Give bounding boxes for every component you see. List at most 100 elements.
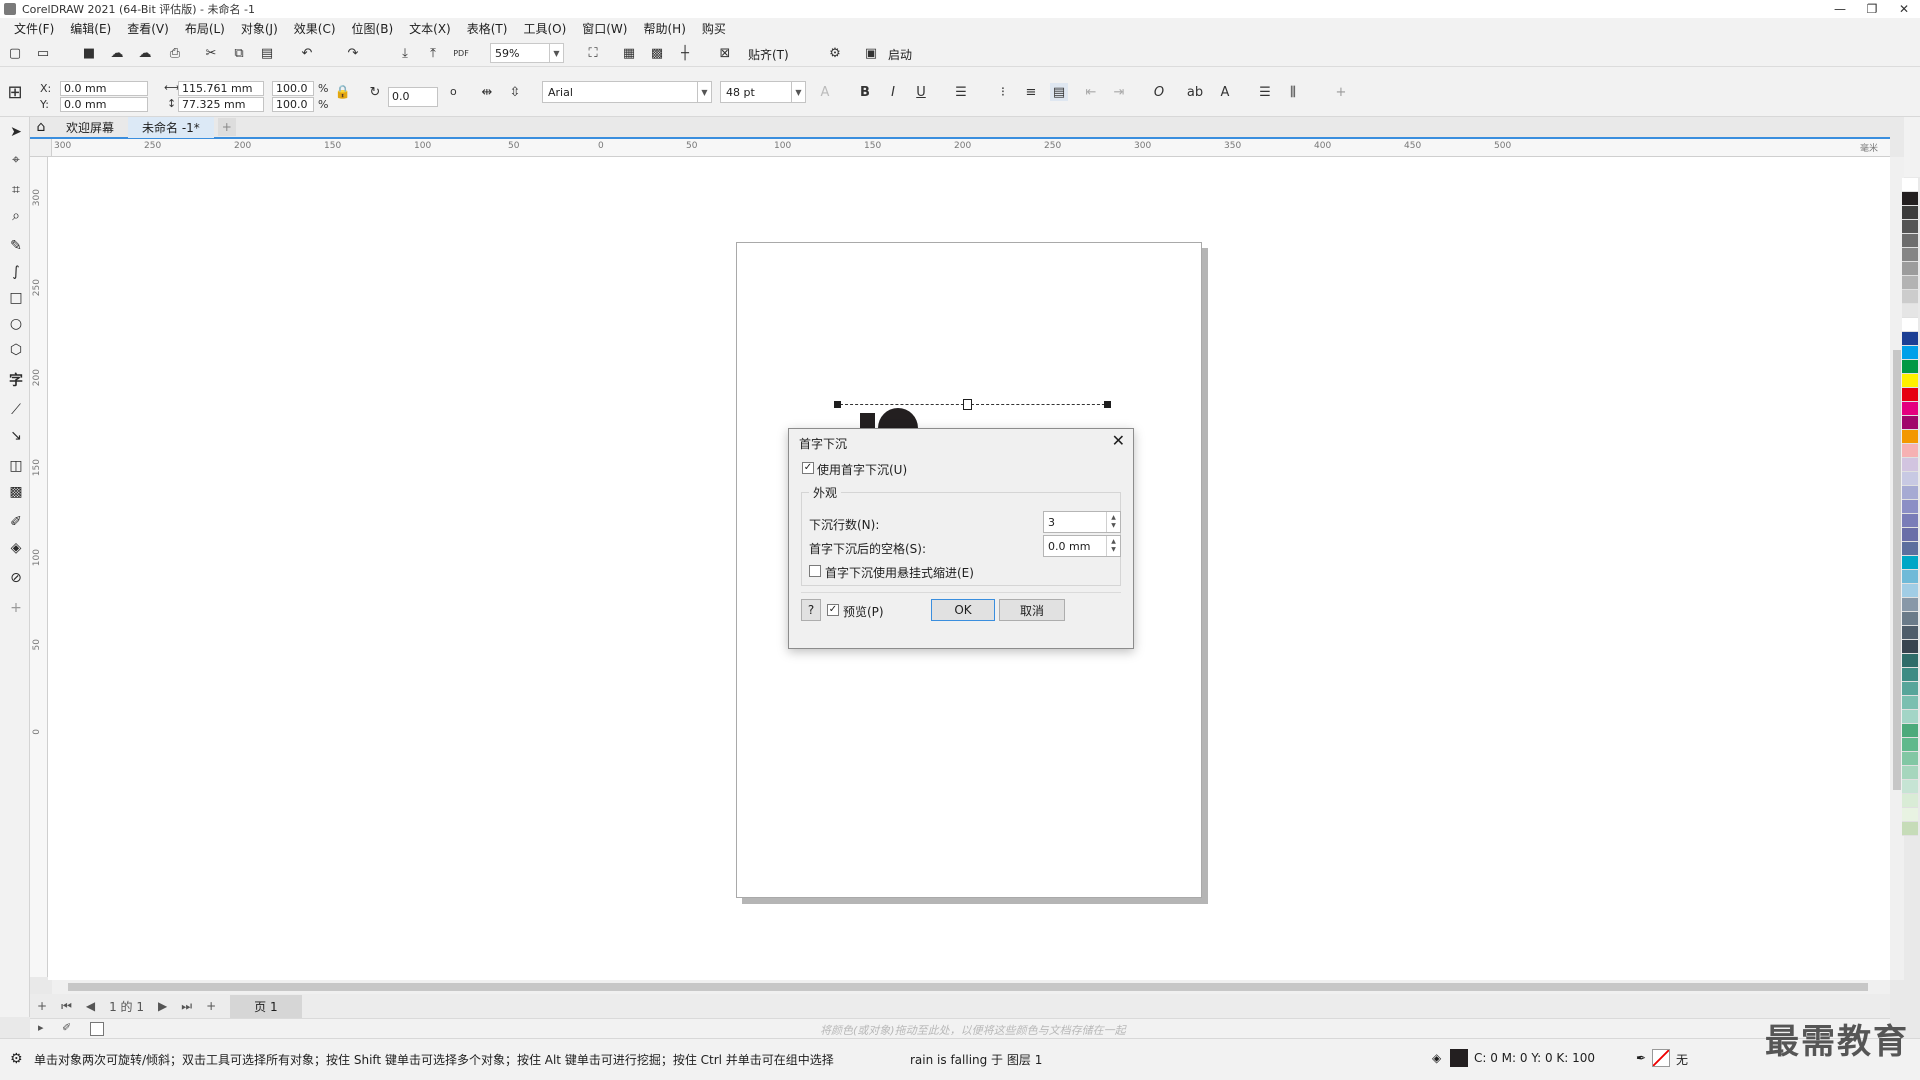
text-properties-icon[interactable]: A xyxy=(1216,83,1234,101)
last-page-icon[interactable]: ⏭ xyxy=(181,999,192,1014)
eyedropper-icon[interactable]: ✐ xyxy=(5,511,27,533)
interactive-fill-icon[interactable]: ◈ xyxy=(5,537,27,559)
color-swatch[interactable] xyxy=(1902,472,1918,486)
copy-icon[interactable]: ⧉ xyxy=(230,44,248,62)
color-swatch[interactable] xyxy=(1902,444,1918,458)
hanging-indent-label[interactable]: 首字下沉使用悬挂式缩进(E) xyxy=(825,564,974,581)
color-swatch[interactable] xyxy=(1902,346,1918,360)
cancel-button[interactable]: 取消 xyxy=(999,599,1065,621)
color-swatch[interactable] xyxy=(1902,486,1918,500)
bold-icon[interactable]: B xyxy=(856,83,874,101)
color-swatch[interactable] xyxy=(1902,682,1918,696)
menu-bitmaps[interactable]: 位图(B) xyxy=(344,20,402,37)
color-palette[interactable] xyxy=(1902,178,1918,1008)
menu-window[interactable]: 窗口(W) xyxy=(574,20,635,37)
add-page-after-icon[interactable]: + xyxy=(206,999,216,1013)
menu-edit[interactable]: 编辑(E) xyxy=(62,20,119,37)
menu-object[interactable]: 对象(J) xyxy=(233,20,286,37)
color-swatch[interactable] xyxy=(1902,318,1918,332)
horizontal-ruler[interactable]: 300 250 200 150 100 50 0 50 100 150 200 … xyxy=(52,139,1890,157)
options-gear-icon[interactable]: ⚙ xyxy=(826,44,844,62)
font-size-up-icon[interactable]: A xyxy=(816,83,834,101)
mirror-horizontal-icon[interactable]: ⇹ xyxy=(478,83,496,101)
dropped-lines-stepper[interactable]: 3 ▲ ▼ xyxy=(1043,511,1121,533)
scroll-thumb[interactable] xyxy=(1893,350,1901,790)
new-tab-icon[interactable]: + xyxy=(217,118,236,136)
publish-pdf-icon[interactable]: PDF xyxy=(452,44,470,62)
scroll-thumb[interactable] xyxy=(68,983,1868,991)
artistic-media-icon[interactable]: ∫ xyxy=(5,261,27,283)
home-icon[interactable]: ⌂ xyxy=(30,117,52,138)
shape-tool-icon[interactable]: ⌖ xyxy=(5,149,27,171)
font-family-combo[interactable]: Arial ▼ xyxy=(542,81,712,103)
prev-page-icon[interactable]: ◀ xyxy=(86,999,95,1013)
menu-buy[interactable]: 购买 xyxy=(694,20,734,37)
selection-handle[interactable] xyxy=(834,401,841,408)
color-swatch[interactable] xyxy=(1902,668,1918,682)
open-icon[interactable]: ▭ xyxy=(34,44,52,62)
color-swatch[interactable] xyxy=(1902,696,1918,710)
use-dropcap-label[interactable]: 使用首字下沉(U) xyxy=(817,461,907,478)
color-swatch[interactable] xyxy=(1902,766,1918,780)
color-swatch[interactable] xyxy=(1902,416,1918,430)
y-position-field[interactable]: 0.0 mm xyxy=(60,97,148,112)
scale-height-field[interactable]: 100.0 xyxy=(272,97,314,112)
rectangle-tool-icon[interactable]: □ xyxy=(5,287,27,309)
color-swatch[interactable] xyxy=(1902,304,1918,318)
horizontal-scrollbar[interactable] xyxy=(52,980,1890,994)
color-swatch[interactable] xyxy=(1902,612,1918,626)
color-swatch[interactable] xyxy=(1902,374,1918,388)
settings-gear-icon[interactable]: ⚙ xyxy=(10,1051,23,1067)
zoom-tool-icon[interactable]: ⌕ xyxy=(5,205,27,227)
ok-button[interactable]: OK xyxy=(931,599,995,621)
stepper-arrows-icon[interactable]: ▲ ▼ xyxy=(1106,512,1120,532)
color-swatch[interactable] xyxy=(1902,780,1918,794)
color-swatch[interactable] xyxy=(1902,542,1918,556)
selection-handle[interactable] xyxy=(1104,401,1111,408)
color-swatch[interactable] xyxy=(1902,234,1918,248)
numbered-list-icon[interactable]: ≡ xyxy=(1022,83,1040,101)
x-position-field[interactable]: 0.0 mm xyxy=(60,81,148,96)
object-origin-icon[interactable]: ⊞ xyxy=(6,82,24,103)
ruler-origin-corner[interactable] xyxy=(30,139,52,157)
launch-menu[interactable]: 启动 xyxy=(888,46,912,63)
rotation-angle-field[interactable]: 0.0 xyxy=(388,87,438,107)
smart-fill-icon[interactable]: ⊘ xyxy=(5,567,27,589)
space-after-stepper[interactable]: 0.0 mm ▲ ▼ xyxy=(1043,535,1121,557)
color-swatch[interactable] xyxy=(1902,640,1918,654)
color-swatch[interactable] xyxy=(1902,192,1918,206)
tab-welcome-screen[interactable]: 欢迎屏幕 xyxy=(52,117,128,138)
color-swatch[interactable] xyxy=(1902,332,1918,346)
tab-document[interactable]: 未命名 -1* xyxy=(128,116,214,138)
color-swatch[interactable] xyxy=(1902,556,1918,570)
help-button[interactable]: ? xyxy=(801,599,821,621)
add-page-before-icon[interactable]: + xyxy=(37,999,47,1013)
pick-tool-icon[interactable]: ➤ xyxy=(5,121,27,143)
page-1-tab[interactable]: 页 1 xyxy=(230,994,302,1018)
drop-cap-icon[interactable]: ▤ xyxy=(1050,83,1068,101)
menu-help[interactable]: 帮助(H) xyxy=(635,20,693,37)
color-swatch[interactable] xyxy=(1902,528,1918,542)
menu-text[interactable]: 文本(X) xyxy=(401,20,459,37)
color-swatch[interactable] xyxy=(1902,738,1918,752)
crop-tool-icon[interactable]: ⌗ xyxy=(5,179,27,201)
color-swatch[interactable] xyxy=(1902,430,1918,444)
freehand-tool-icon[interactable]: ✎ xyxy=(5,235,27,257)
menu-layout[interactable]: 布局(L) xyxy=(177,20,233,37)
export-icon[interactable]: ⤒ xyxy=(424,44,442,62)
stepper-arrows-icon[interactable]: ▲ ▼ xyxy=(1106,536,1120,556)
menu-effects[interactable]: 效果(C) xyxy=(286,20,344,37)
color-swatch[interactable] xyxy=(1902,808,1918,822)
horizontal-text-icon[interactable]: ☰ xyxy=(1256,83,1274,101)
vertical-ruler[interactable]: 300 250 200 150 100 50 0 xyxy=(30,157,48,977)
color-swatch[interactable] xyxy=(1902,178,1918,192)
launch-app-icon[interactable]: ▣ xyxy=(862,44,880,62)
decrease-indent-icon[interactable]: ⇤ xyxy=(1082,83,1100,101)
new-document-icon[interactable]: ▢ xyxy=(6,44,24,62)
cloud-upload-icon[interactable]: ☁ xyxy=(108,44,126,62)
show-rulers-icon[interactable]: ▦ xyxy=(620,44,638,62)
color-swatch[interactable] xyxy=(1902,822,1918,836)
menu-view[interactable]: 查看(V) xyxy=(119,20,177,37)
edit-text-icon[interactable]: ab xyxy=(1186,83,1204,101)
transparency-icon[interactable]: ▩ xyxy=(5,481,27,503)
